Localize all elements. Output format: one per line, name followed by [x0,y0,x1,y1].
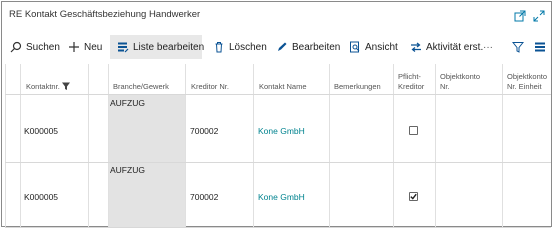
column-header-object-account-line2: Nr. [440,82,450,91]
column-header-mandatory-creditor[interactable]: Pflicht- Kreditor [398,72,424,92]
edit-list-button-label: Liste bearbeiten [133,41,205,53]
open-in-new-window-icon[interactable] [514,10,526,22]
contacts-table: Kontaktnr. Branche/Gewerk Kreditor Nr. K… [2,64,551,228]
search-button[interactable]: Suchen [10,35,60,59]
delete-button[interactable]: Löschen [213,35,267,59]
edit-button[interactable]: Bearbeiten [276,35,340,59]
mandatory-creditor-checkbox-checked[interactable] [409,192,418,201]
column-header-branch[interactable]: Branche/Gewerk [113,82,169,92]
column-header-mandatory-creditor-line1: Pflicht- [398,72,421,81]
edit-list-button[interactable]: Liste bearbeiten [110,35,205,59]
column-header-object-account-unit-line2: Nr. Einheit [507,82,542,91]
branch-column-shading [108,94,185,228]
cell-creditor-no[interactable]: 700002 [190,192,218,202]
column-header-contact-no-label: Kontaktnr. [26,82,60,91]
filter-pane-button[interactable] [512,35,528,59]
edit-list-icon [117,41,129,53]
list-view-button[interactable] [534,35,550,59]
filter-icon [512,41,524,53]
create-activity-button-label: Aktivität erst. [426,41,484,53]
column-header-object-account-unit-line1: Objektkonto [507,72,548,81]
column-filter-icon [61,82,70,90]
view-button[interactable]: Ansicht [349,35,398,59]
pencil-icon [276,41,288,53]
list-view-icon [534,41,546,53]
view-document-icon [349,41,361,53]
create-activity-button[interactable]: Aktivität erst. [410,35,483,59]
new-button[interactable]: Neu [68,35,102,59]
search-button-label: Suchen [26,41,60,53]
column-header-contact-no[interactable]: Kontaktnr. [26,82,70,92]
cell-contact-name-link[interactable]: Kone GmbH [258,192,305,202]
page-title: RE Kontakt Geschäftsbeziehung Handwerker [9,9,201,20]
cell-contact-no[interactable]: K000005 [24,126,58,136]
page-frame: RE Kontakt Geschäftsbeziehung Handwerker… [1,1,552,228]
column-header-mandatory-creditor-line2: Kreditor [398,82,425,91]
checkmark-icon [410,193,417,200]
cell-branch[interactable]: AUFZUG [110,98,145,108]
action-toolbar: Suchen Neu Liste bearbeiten Löschen Bear… [2,35,551,61]
cell-contact-no[interactable]: K000005 [24,192,58,202]
edit-button-label: Bearbeiten [292,41,341,53]
column-header-contact-name[interactable]: Kontakt Name [259,82,307,92]
more-options-label: ··· [483,41,493,53]
more-options-button[interactable]: ··· [483,35,493,59]
plus-icon [68,41,80,53]
title-bar: RE Kontakt Geschäftsbeziehung Handwerker [2,2,551,32]
mandatory-creditor-checkbox[interactable] [409,126,418,135]
cell-creditor-no[interactable]: 700002 [190,126,218,136]
activity-arrows-icon [410,41,422,53]
cell-branch[interactable]: AUFZUG [110,165,145,175]
column-header-object-account[interactable]: Objektkonto Nr. [440,72,480,92]
trash-icon [213,41,225,53]
search-icon [10,41,22,53]
column-header-object-account-unit[interactable]: Objektkonto Nr. Einheit [507,72,547,92]
column-header-remarks[interactable]: Bemerkungen [334,82,381,92]
view-button-label: Ansicht [365,41,398,53]
column-header-object-account-line1: Objektkonto [440,72,481,81]
cell-contact-name-link[interactable]: Kone GmbH [258,126,305,136]
delete-button-label: Löschen [229,41,267,53]
expand-icon[interactable] [533,10,545,22]
column-header-creditor-no[interactable]: Kreditor Nr. [191,82,229,92]
new-button-label: Neu [84,41,103,53]
